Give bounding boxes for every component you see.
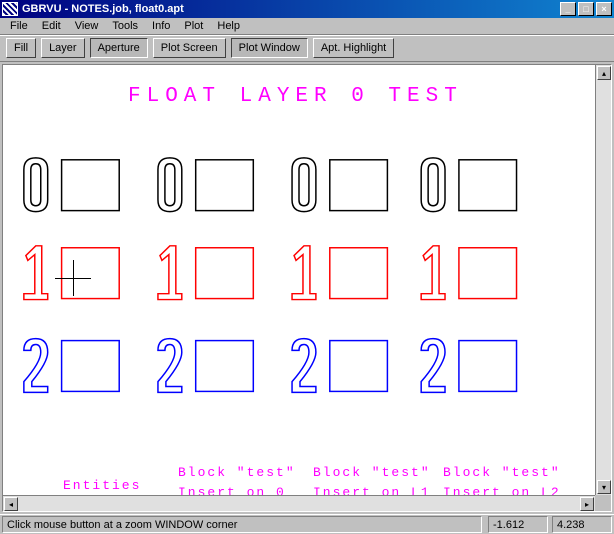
toolbar-aperture[interactable]: Aperture	[90, 38, 148, 58]
viewport[interactable]: FLOAT LAYER 0 TEST EntitiesBlock "test"I…	[2, 64, 612, 512]
plot-title: FLOAT LAYER 0 TEST	[128, 85, 463, 108]
minimize-button[interactable]: _	[560, 2, 576, 16]
status-bar: Click mouse button at a zoom WINDOW corn…	[0, 514, 614, 534]
scroll-down-icon[interactable]: ▾	[597, 480, 611, 494]
scroll-left-icon[interactable]: ◂	[4, 497, 18, 511]
vertical-scrollbar[interactable]: ▴ ▾	[595, 65, 611, 495]
close-button[interactable]: ×	[596, 2, 612, 16]
menu-view[interactable]: View	[69, 19, 105, 33]
toolbar-plot-window[interactable]: Plot Window	[231, 38, 308, 58]
menu-edit[interactable]: Edit	[36, 19, 67, 33]
scroll-right-icon[interactable]: ▸	[580, 497, 594, 511]
status-message: Click mouse button at a zoom WINDOW corn…	[2, 516, 482, 533]
toolbar-fill[interactable]: Fill	[6, 38, 36, 58]
status-coord-y: 4.238	[552, 516, 612, 533]
scroll-corner	[595, 495, 611, 511]
window-title: GBRVU - NOTES.job, float0.apt	[22, 3, 560, 15]
title-bar: GBRVU - NOTES.job, float0.apt _ □ ×	[0, 0, 614, 18]
app-icon	[2, 2, 18, 16]
toolbar-plot-screen[interactable]: Plot Screen	[153, 38, 226, 58]
menu-info[interactable]: Info	[146, 19, 176, 33]
menu-tools[interactable]: Tools	[106, 19, 144, 33]
menu-file[interactable]: File	[4, 19, 34, 33]
scroll-up-icon[interactable]: ▴	[597, 66, 611, 80]
horizontal-scrollbar[interactable]: ◂ ▸	[3, 495, 595, 511]
toolbar-layer[interactable]: Layer	[41, 38, 85, 58]
status-coord-x: -1.612	[488, 516, 548, 533]
menu-bar: FileEditViewToolsInfoPlotHelp	[0, 18, 614, 35]
column-label: Entities	[63, 476, 141, 496]
toolbar: FillLayerAperturePlot ScreenPlot WindowA…	[0, 35, 614, 62]
menu-help[interactable]: Help	[211, 19, 246, 33]
toolbar-apt-highlight[interactable]: Apt. Highlight	[313, 38, 394, 58]
maximize-button[interactable]: □	[578, 2, 594, 16]
menu-plot[interactable]: Plot	[178, 19, 209, 33]
